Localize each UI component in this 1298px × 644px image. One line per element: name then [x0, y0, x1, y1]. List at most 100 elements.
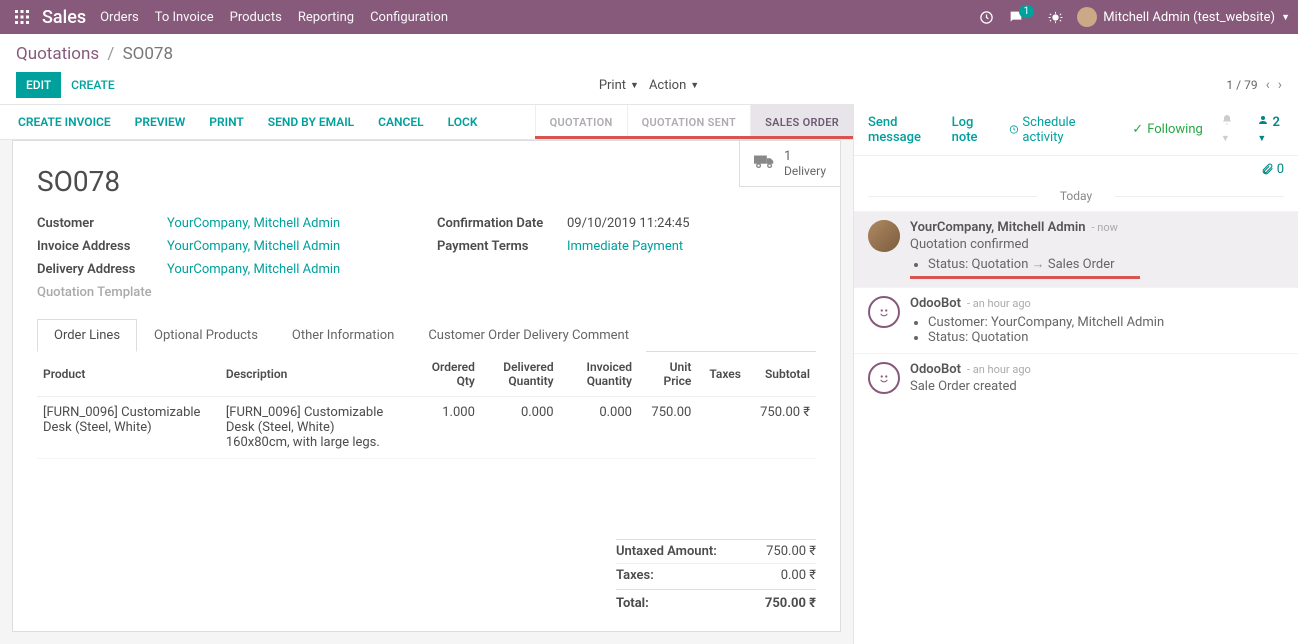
activity-clock-icon[interactable] [979, 10, 994, 25]
follower-count[interactable]: 2 ▼ [1257, 114, 1284, 145]
tmpl-label: Quotation Template [37, 285, 167, 300]
log-note-button[interactable]: Log note [952, 115, 991, 145]
nav-to-invoice[interactable]: To Invoice [155, 10, 214, 25]
cell-subtotal: 750.00 ₹ [747, 397, 816, 459]
nav-products[interactable]: Products [230, 10, 282, 25]
create-button[interactable]: CREATE [61, 72, 124, 98]
th-subtotal: Subtotal [747, 352, 816, 397]
action-dropdown[interactable]: Action ▼ [649, 78, 699, 93]
msg-bullet: Status: Quotation → Sales Order [928, 256, 1284, 272]
field-delivery-address: Delivery Address YourCompany, Mitchell A… [37, 262, 377, 277]
field-customer: Customer YourCompany, Mitchell Admin [37, 216, 377, 231]
attachment-count[interactable]: 0 [1261, 162, 1284, 177]
schedule-activity-button[interactable]: Schedule activity [1009, 115, 1097, 145]
tabs: Order Lines Optional Products Other Info… [37, 318, 816, 352]
nav-orders[interactable]: Orders [100, 10, 139, 25]
tab-order-lines[interactable]: Order Lines [37, 319, 137, 352]
chatter-message: YourCompany, Mitchell Admin - now Quotati… [854, 211, 1298, 287]
tab-optional-products[interactable]: Optional Products [137, 319, 275, 352]
delivery-value[interactable]: YourCompany, Mitchell Admin [167, 262, 340, 277]
status-sales-order[interactable]: SALES ORDER [750, 105, 853, 139]
annotation-underline [535, 136, 853, 139]
total-label: Total: [616, 596, 649, 611]
stat-delivery-button[interactable]: 1 Delivery [740, 141, 840, 186]
status-bar: QUOTATION QUOTATION SENT SALES ORDER [535, 105, 853, 139]
apps-launcher-icon[interactable] [8, 9, 36, 25]
record-title: SO078 [37, 165, 816, 198]
lock-button[interactable]: LOCK [436, 105, 490, 139]
msg-time: - an hour ago [967, 297, 1031, 310]
topbar-right: 1 Mitchell Admin (test_website) ▼ [979, 7, 1290, 27]
debug-icon[interactable] [1048, 10, 1063, 25]
edit-button[interactable]: EDIT [16, 72, 61, 98]
field-grid: Customer YourCompany, Mitchell Admin Inv… [37, 216, 816, 300]
bot-avatar-icon [868, 296, 900, 328]
app-name: Sales [42, 7, 86, 28]
left-column: CREATE INVOICE PREVIEW PRINT SEND BY EMA… [0, 104, 853, 644]
pager-next-icon[interactable]: › [1278, 77, 1282, 93]
tab-other-information[interactable]: Other Information [275, 319, 411, 352]
pager-prev-icon[interactable]: ‹ [1266, 77, 1270, 93]
send-message-button[interactable]: Send message [868, 115, 934, 145]
field-payment-terms: Payment Terms Immediate Payment [437, 239, 777, 254]
field-quotation-template: Quotation Template [37, 285, 377, 300]
customer-value[interactable]: YourCompany, Mitchell Admin [167, 216, 340, 231]
msg-bullets: Status: Quotation → Sales Order [928, 256, 1284, 272]
chat-icon[interactable]: 1 [1008, 9, 1035, 25]
th-ordered: Ordered Qty [412, 352, 481, 397]
send-by-email-button[interactable]: SEND BY EMAIL [256, 105, 366, 139]
conf-label: Confirmation Date [437, 216, 567, 231]
chatter-message: OdooBot - an hour agoSale Order created [854, 353, 1298, 402]
msg-bullet: Status: Quotation [928, 330, 1284, 345]
status-quotation[interactable]: QUOTATION [535, 105, 627, 139]
chat-count-badge: 1 [1019, 5, 1035, 18]
invoice-value[interactable]: YourCompany, Mitchell Admin [167, 239, 340, 254]
conf-value: 09/10/2019 11:24:45 [567, 216, 690, 231]
nav-reporting[interactable]: Reporting [298, 10, 354, 25]
status-quotation-sent[interactable]: QUOTATION SENT [627, 105, 751, 139]
bell-icon[interactable]: ▼ [1221, 114, 1240, 145]
create-invoice-button[interactable]: CREATE INVOICE [6, 105, 123, 139]
tab-delivery-comment[interactable]: Customer Order Delivery Comment [411, 319, 646, 352]
field-invoice-address: Invoice Address YourCompany, Mitchell Ad… [37, 239, 377, 254]
msg-author: OdooBot [910, 362, 961, 377]
delivery-label: Delivery Address [37, 262, 167, 277]
print-button[interactable]: PRINT [197, 105, 255, 139]
control-row: EDIT CREATE Print ▼ Action ▼ 1 / 79 ‹ › [0, 64, 1298, 104]
breadcrumb-parent[interactable]: Quotations [16, 44, 99, 64]
customer-label: Customer [37, 216, 167, 231]
action-bar: CREATE INVOICE PREVIEW PRINT SEND BY EMA… [0, 104, 853, 140]
print-dropdown[interactable]: Print ▼ [599, 78, 639, 93]
chatter-message: OdooBot - an hour ago Customer: YourCompa… [854, 287, 1298, 353]
th-delivered: Delivered Quantity [481, 352, 560, 397]
msg-text: Quotation confirmed [910, 237, 1284, 252]
chatter-date-sep: Today [854, 189, 1298, 203]
msg-text: Sale Order created [910, 379, 1284, 394]
user-menu[interactable]: Mitchell Admin (test_website) ▼ [1077, 7, 1290, 27]
main-wrap: CREATE INVOICE PREVIEW PRINT SEND BY EMA… [0, 104, 1298, 644]
cell-unit-price: 750.00 [638, 397, 697, 459]
breadcrumb: Quotations / SO078 [16, 44, 173, 64]
cancel-button[interactable]: CANCEL [366, 105, 435, 139]
th-invoiced: Invoiced Quantity [560, 352, 638, 397]
total-row-untaxed: Untaxed Amount: 750.00 ₹ [616, 539, 816, 563]
preview-button[interactable]: PREVIEW [123, 105, 198, 139]
pager-label: 1 / 79 [1226, 78, 1257, 92]
msg-author: YourCompany, Mitchell Admin [910, 220, 1086, 235]
chevron-down-icon: ▼ [630, 80, 639, 91]
msg-time: - now [1092, 221, 1118, 234]
pay-value[interactable]: Immediate Payment [567, 239, 683, 254]
nav-configuration[interactable]: Configuration [370, 10, 448, 25]
user-avatar-icon [868, 220, 900, 252]
table-header-row: Product Description Ordered Qty Delivere… [37, 352, 816, 397]
user-label: Mitchell Admin (test_website) [1103, 10, 1275, 25]
table-row[interactable]: [FURN_0096] Customizable Desk (Steel, Wh… [37, 397, 816, 459]
msg-author: OdooBot [910, 296, 961, 311]
msg-bullet: Customer: YourCompany, Mitchell Admin [928, 315, 1284, 330]
cell-taxes [697, 397, 747, 459]
control-center: Print ▼ Action ▼ [599, 78, 699, 93]
following-button[interactable]: ✓ Following [1132, 122, 1203, 137]
untaxed-value: 750.00 ₹ [766, 544, 816, 559]
stat-buttons: 1 Delivery [739, 140, 841, 187]
cell-ordered: 1.000 [412, 397, 481, 459]
